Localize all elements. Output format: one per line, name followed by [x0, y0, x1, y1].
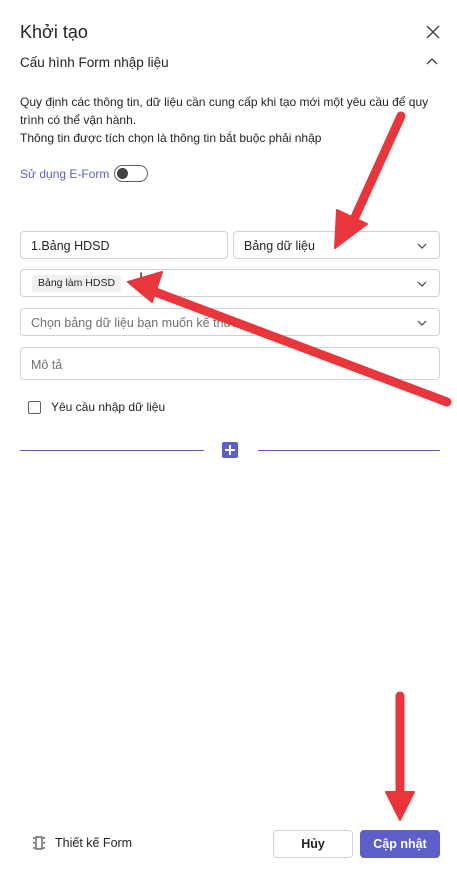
description-placeholder: Mô tả: [31, 358, 63, 372]
annotation-arrow-3: [385, 691, 415, 821]
eform-label: Sử dụng E-Form: [20, 167, 110, 181]
update-button[interactable]: Cập nhật: [360, 830, 440, 858]
section-description: Quy định các thông tin, dữ liệu cần cung…: [20, 93, 440, 147]
panel-title: Khởi tạo: [20, 22, 88, 42]
close-icon[interactable]: [425, 24, 441, 40]
description-input[interactable]: Mô tả: [20, 347, 440, 380]
cancel-button[interactable]: Hủy: [273, 830, 353, 858]
form-design-icon: [33, 836, 45, 850]
divider-left: [20, 450, 204, 451]
description-line-2: Thông tin được tích chọn là thông tin bắ…: [20, 131, 322, 145]
required-label: Yêu cầu nhập dữ liệu: [51, 400, 166, 414]
selected-table-tag[interactable]: Bảng làm HDSD: [32, 275, 122, 292]
data-type-value: Bảng dữ liệu: [244, 239, 315, 253]
table-select[interactable]: Bảng làm HDSD I: [20, 269, 440, 297]
chevron-up-icon[interactable]: [425, 55, 439, 69]
text-cursor-icon: I: [139, 271, 144, 287]
chevron-down-icon: [417, 243, 427, 249]
panel-header: Khởi tạo: [0, 0, 457, 48]
toggle-knob: [117, 168, 128, 179]
data-type-select[interactable]: Bảng dữ liệu: [233, 231, 440, 259]
required-checkbox[interactable]: [28, 401, 41, 414]
inherit-table-placeholder: Chọn bảng dữ liệu bạn muốn kế thừa: [31, 316, 239, 330]
design-form-label: Thiết kế Form: [55, 836, 133, 850]
eform-toggle[interactable]: [114, 165, 148, 182]
description-line-1: Quy định các thông tin, dữ liệu cần cung…: [20, 95, 429, 127]
chevron-down-icon: [417, 320, 427, 326]
add-field-button[interactable]: [222, 442, 238, 458]
inherit-table-select[interactable]: Chọn bảng dữ liệu bạn muốn kế thừa: [20, 308, 440, 336]
form-name-input[interactable]: 1.Bảng HDSD: [20, 231, 228, 259]
divider-right: [258, 450, 440, 451]
form-name-value: 1.Bảng HDSD: [31, 239, 110, 253]
section-title: Cấu hình Form nhập liệu: [20, 55, 169, 70]
chevron-down-icon: [417, 281, 427, 287]
